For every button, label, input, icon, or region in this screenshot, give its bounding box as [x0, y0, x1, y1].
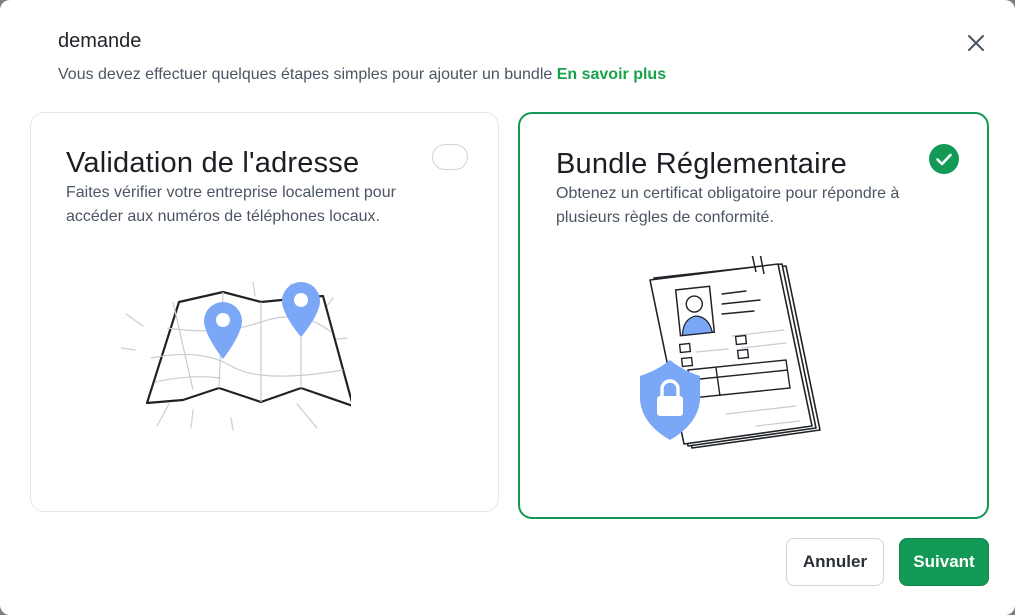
unselected-radio-indicator[interactable] — [432, 144, 468, 170]
option-title: Validation de l'adresse — [66, 147, 360, 179]
dialog-title: demande — [58, 30, 142, 52]
subtitle-text: Vous devez effectuer quelques étapes sim… — [58, 66, 553, 83]
dialog-subtitle: Vous devez effectuer quelques étapes sim… — [58, 66, 666, 84]
dialog: demande Vous devez effectuer quelques ét… — [0, 0, 1015, 615]
cancel-button[interactable]: Annuler — [786, 538, 884, 586]
option-description: Faites vérifier votre entreprise localem… — [66, 184, 396, 225]
option-card-regulatory-bundle[interactable]: Bundle Réglementaire Obtenez un certific… — [518, 112, 989, 519]
option-card-address-validation[interactable]: Validation de l'adresse Faites vérifier … — [30, 112, 499, 512]
next-button[interactable]: Suivant — [899, 538, 989, 586]
learn-more-link[interactable]: En savoir plus — [557, 66, 666, 83]
option-title: Bundle Réglementaire — [556, 148, 847, 180]
certificate-document-illustration — [640, 256, 821, 449]
check-circle-icon[interactable] — [929, 144, 959, 174]
close-icon[interactable] — [964, 31, 988, 55]
option-description: Obtenez un certificat obligatoire pour r… — [556, 185, 900, 226]
map-pins-illustration — [121, 281, 351, 431]
